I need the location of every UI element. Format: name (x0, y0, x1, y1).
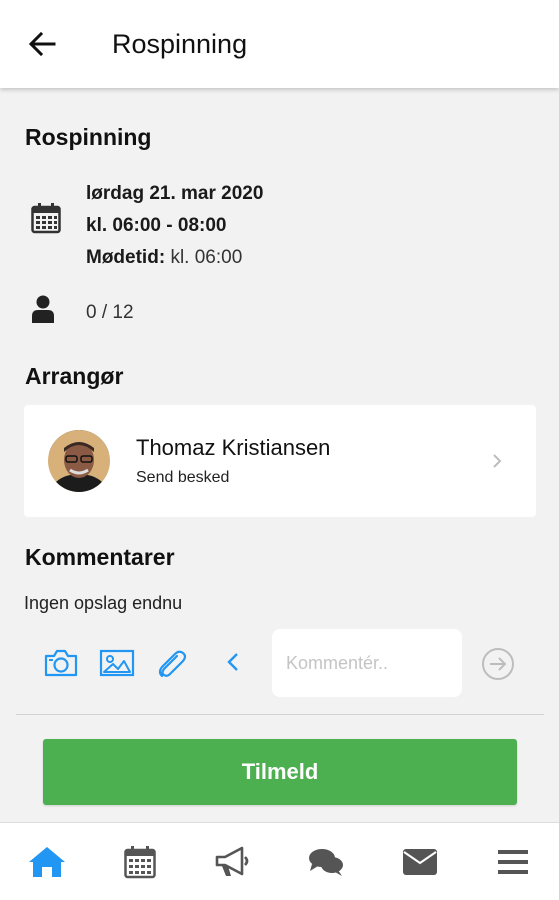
send-icon[interactable] (481, 647, 515, 681)
arrow-left-icon (28, 32, 56, 56)
meeting-time-value: kl. 06:00 (170, 247, 243, 268)
divider (16, 714, 544, 715)
event-title: Rospinning (25, 124, 152, 150)
chevron-right-icon (493, 454, 502, 468)
nav-mail[interactable] (385, 823, 455, 900)
calendar-icon (124, 846, 156, 879)
organizer-info: Thomaz Kristiansen Send besked (136, 435, 492, 487)
nav-menu[interactable] (478, 823, 548, 900)
app-bar: Rospinning (0, 0, 559, 88)
event-datetime: lørdag 21. mar 2020 kl. 06:00 - 08:00 Mø… (86, 178, 263, 274)
join-button[interactable]: Tilmeld (43, 739, 517, 805)
nav-home[interactable] (12, 823, 82, 900)
organizer-name: Thomaz Kristiansen (136, 435, 331, 460)
megaphone-icon (215, 846, 249, 876)
back-button[interactable] (12, 14, 72, 74)
paperclip-icon[interactable] (155, 648, 189, 680)
chevron-left-icon[interactable] (226, 652, 240, 672)
avatar (48, 430, 110, 492)
page-title: Rospinning (112, 28, 248, 59)
comment-input[interactable] (272, 629, 462, 697)
comments-heading: Kommentarer (25, 544, 175, 570)
no-posts-text: Ingen opslag endnu (24, 593, 183, 613)
nav-chat[interactable] (291, 823, 361, 900)
event-time: kl. 06:00 - 08:00 (86, 215, 227, 236)
send-message-link[interactable]: Send besked (136, 469, 492, 487)
mail-icon (403, 849, 437, 875)
person-icon (32, 295, 54, 323)
home-icon (29, 847, 65, 877)
comment-bar (0, 628, 559, 698)
calendar-icon (31, 203, 61, 234)
organizer-heading: Arrangør (25, 363, 124, 389)
meeting-time-label: Mødetid: (86, 247, 166, 268)
menu-icon (498, 850, 528, 874)
chat-icon (309, 849, 343, 876)
nav-announcements[interactable] (198, 823, 268, 900)
meeting-time: Mødetid: kl. 06:00 (86, 242, 263, 274)
participant-count: 0 / 12 (86, 302, 134, 323)
nav-calendar[interactable] (105, 823, 175, 900)
event-date: lørdag 21. mar 2020 (86, 183, 264, 204)
organizer-card[interactable]: Thomaz Kristiansen Send besked (24, 405, 536, 517)
image-icon[interactable] (99, 648, 135, 678)
camera-icon[interactable] (43, 648, 79, 678)
bottom-nav (0, 822, 559, 900)
